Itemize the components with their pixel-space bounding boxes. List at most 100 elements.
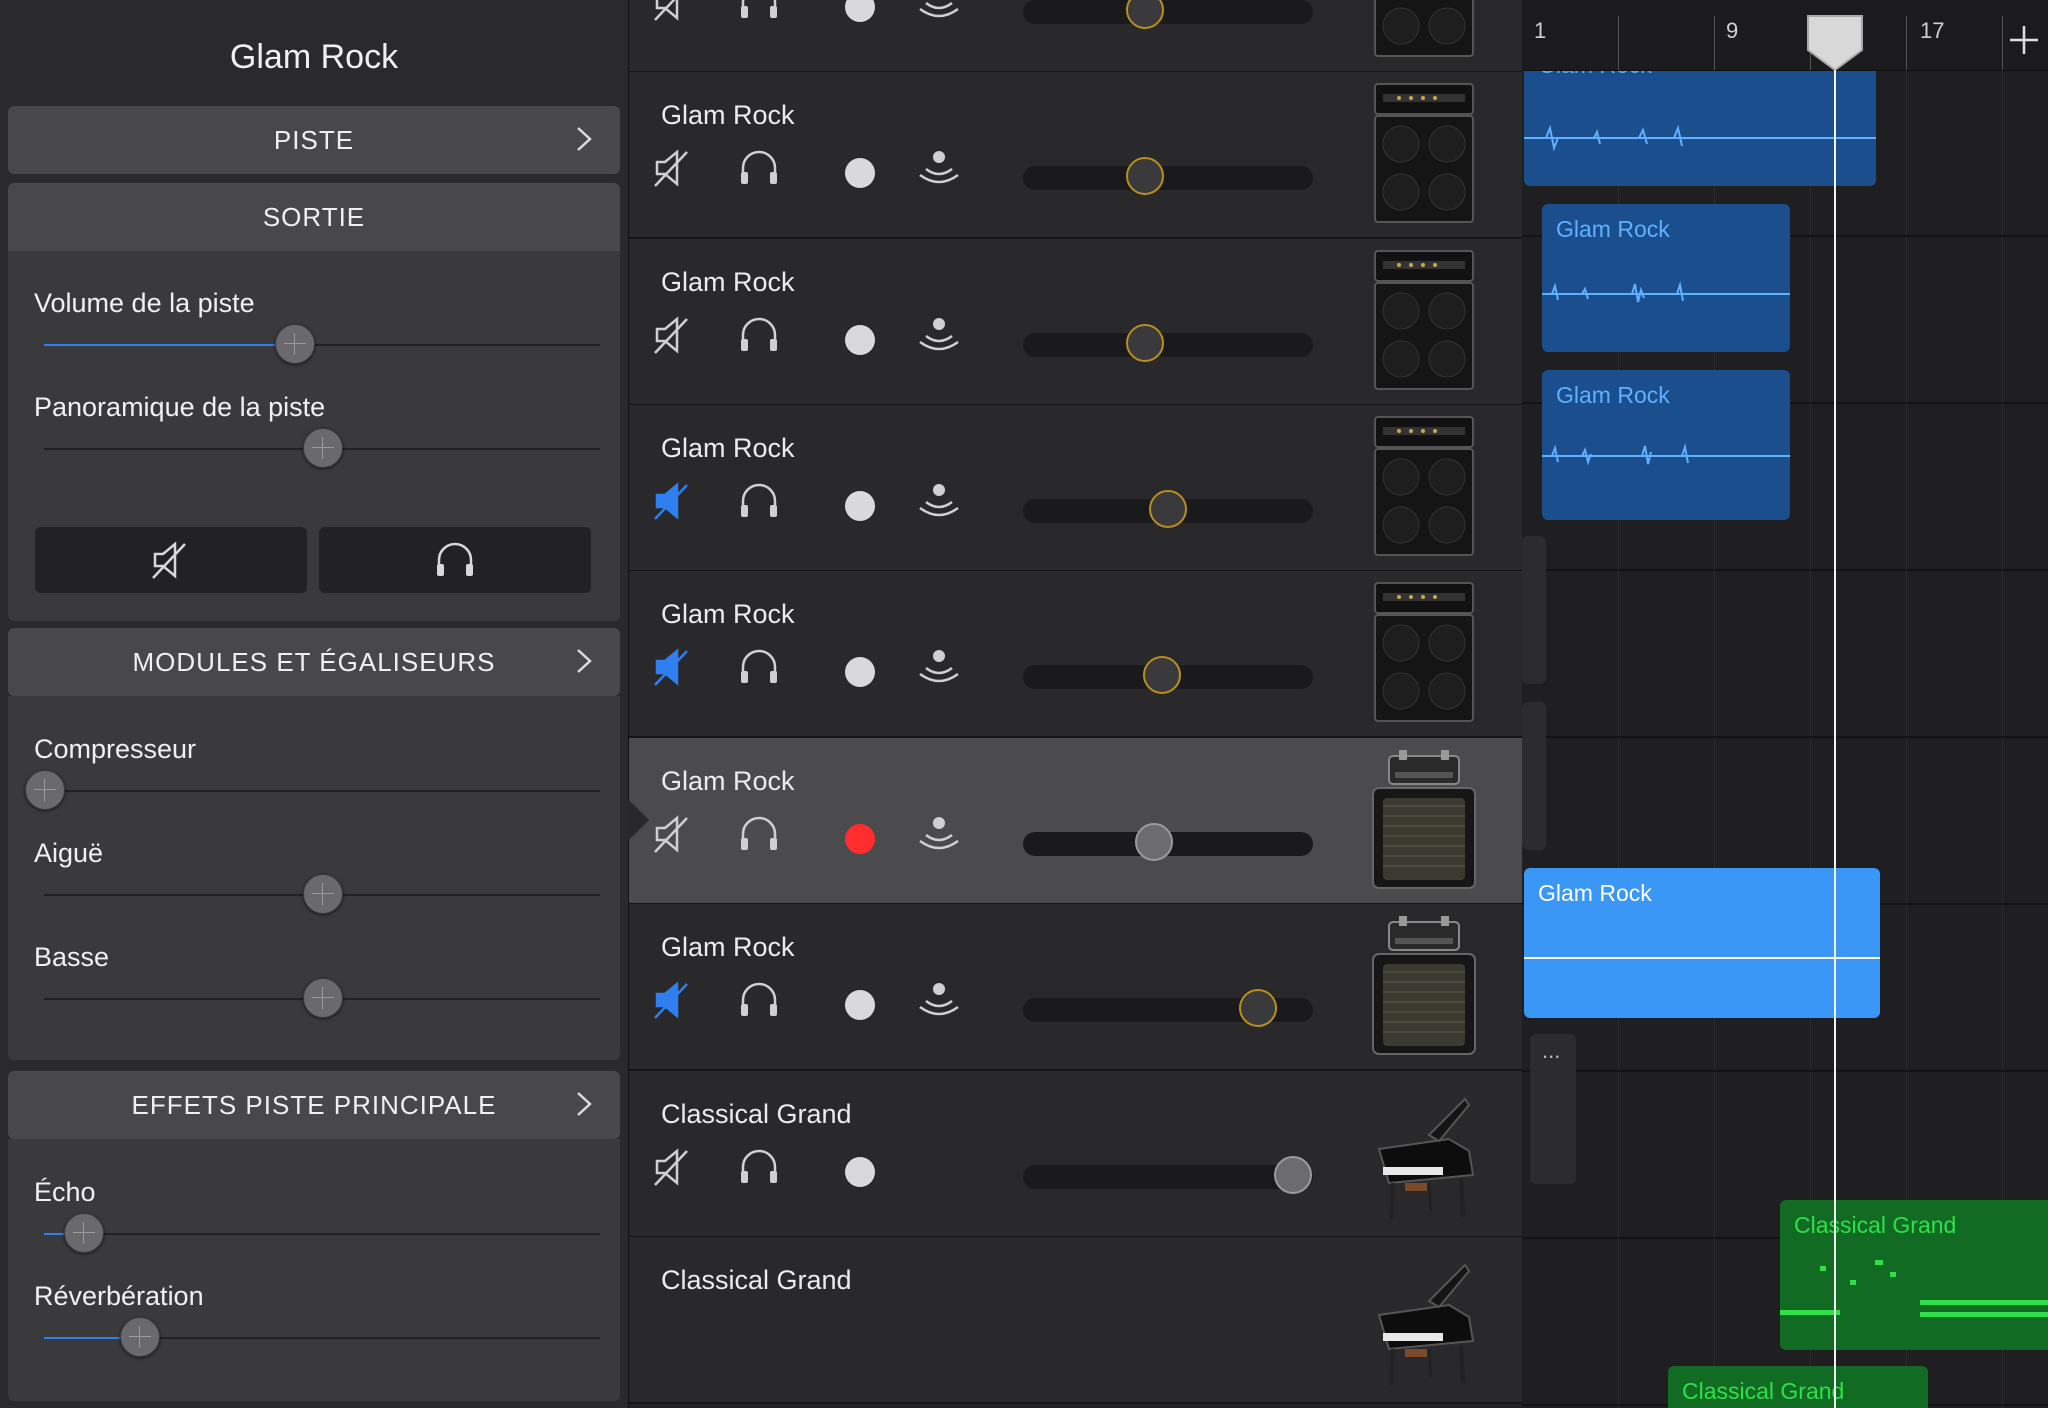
track-mute-button[interactable] — [651, 0, 695, 26]
audio-region[interactable]: Glam Rock — [1542, 204, 1790, 352]
audio-region[interactable]: Glam Rock — [1542, 370, 1790, 520]
compressor-knob[interactable] — [25, 770, 65, 810]
track-header-row[interactable]: Glam Rock — [629, 72, 1522, 239]
track-volume-knob[interactable] — [1125, 324, 1164, 362]
empty-region-stub[interactable] — [1522, 536, 1546, 684]
input-monitor-button[interactable] — [917, 812, 961, 856]
input-monitor-button[interactable] — [917, 0, 961, 24]
track-mute-button[interactable] — [651, 481, 695, 525]
echo-knob[interactable] — [63, 1213, 104, 1253]
track-name[interactable]: Classical Grand — [661, 1265, 852, 1296]
track-header-row[interactable]: Glam Rock — [629, 405, 1522, 572]
bass-slider[interactable] — [44, 978, 600, 1018]
amp-stack-icon[interactable] — [1369, 579, 1479, 727]
track-mute-button[interactable] — [651, 980, 695, 1024]
track-volume-slider[interactable] — [44, 324, 600, 364]
audio-region-selected[interactable]: Glam Rock — [1524, 868, 1880, 1018]
track-header-row[interactable]: Glam Rock — [627, 738, 1522, 905]
track-volume-slider[interactable] — [1023, 0, 1313, 29]
playhead-handle[interactable] — [1806, 14, 1866, 72]
amp-combo-icon[interactable] — [1369, 746, 1479, 894]
track-volume-knob[interactable] — [275, 324, 316, 364]
track-header-row[interactable]: Glam Rock — [629, 0, 1522, 73]
track-volume-slider[interactable] — [1023, 989, 1313, 1027]
input-monitor-button[interactable] — [917, 479, 961, 523]
track-volume-slider[interactable] — [1023, 157, 1313, 195]
reverb-slider[interactable] — [44, 1317, 600, 1357]
track-header-row[interactable]: Glam Rock — [629, 239, 1522, 406]
track-name[interactable]: Glam Rock — [661, 433, 795, 464]
track-volume-knob[interactable] — [1125, 157, 1164, 195]
timeline[interactable]: Glam Rock Glam Rock Glam Rock Glam Rock … — [1522, 0, 2048, 1408]
record-enable-button[interactable] — [845, 325, 875, 355]
record-enable-button[interactable] — [845, 1157, 875, 1187]
track-volume-knob[interactable] — [1134, 823, 1173, 861]
master-effects-section-button[interactable]: EFFETS PISTE PRINCIPALE — [8, 1071, 620, 1139]
track-name[interactable]: Glam Rock — [661, 100, 795, 131]
track-solo-button[interactable] — [737, 647, 781, 691]
track-volume-slider[interactable] — [1023, 1156, 1313, 1194]
plugins-eq-section-button[interactable]: MODULES ET ÉGALISEURS — [8, 628, 620, 696]
amp-stack-icon[interactable] — [1369, 247, 1479, 395]
track-solo-button[interactable] — [737, 148, 781, 192]
record-enable-button[interactable] — [845, 990, 875, 1020]
track-volume-knob[interactable] — [1238, 989, 1277, 1027]
inspector-solo-button[interactable] — [319, 527, 591, 593]
track-name[interactable]: Glam Rock — [661, 766, 795, 797]
amp-combo-icon[interactable] — [1369, 912, 1479, 1060]
track-name[interactable]: Glam Rock — [661, 932, 795, 963]
empty-region-stub[interactable]: ... — [1530, 1034, 1576, 1184]
track-mute-button[interactable] — [651, 647, 695, 691]
input-monitor-button[interactable] — [917, 978, 961, 1022]
track-volume-knob[interactable] — [1125, 0, 1164, 29]
amp-stack-icon[interactable] — [1369, 80, 1479, 228]
track-pan-slider[interactable] — [44, 428, 600, 468]
timeline-ruler[interactable]: 1 9 17 — [1522, 0, 2048, 72]
track-header-row[interactable]: Classical Grand — [629, 1071, 1522, 1238]
track-volume-knob[interactable] — [1149, 490, 1187, 528]
track-name[interactable]: Glam Rock — [661, 599, 795, 630]
record-enable-button[interactable] — [845, 657, 875, 687]
amp-stack-icon[interactable] — [1369, 413, 1479, 561]
track-solo-button[interactable] — [737, 0, 781, 26]
track-header-row[interactable]: Classical Grand — [629, 1237, 1522, 1404]
track-solo-button[interactable] — [737, 315, 781, 359]
track-section-button[interactable]: PISTE — [8, 106, 620, 174]
track-solo-button[interactable] — [737, 481, 781, 525]
track-mute-button[interactable] — [651, 814, 695, 858]
track-mute-button[interactable] — [651, 1147, 695, 1191]
input-monitor-button[interactable] — [917, 313, 961, 357]
input-monitor-button[interactable] — [917, 645, 961, 689]
amp-stack-icon[interactable] — [1369, 0, 1479, 62]
treble-knob[interactable] — [303, 874, 343, 914]
playhead-line[interactable] — [1834, 70, 1836, 1408]
track-pan-knob[interactable] — [303, 428, 343, 468]
bass-knob[interactable] — [303, 978, 343, 1018]
midi-region[interactable]: Classical Grand — [1668, 1366, 1928, 1408]
empty-region-stub[interactable] — [1522, 702, 1546, 850]
track-volume-knob[interactable] — [1273, 1156, 1312, 1194]
track-mute-button[interactable] — [651, 148, 695, 192]
add-section-button[interactable] — [2000, 14, 2048, 60]
record-enable-button[interactable] — [845, 491, 875, 521]
track-volume-slider[interactable] — [1023, 823, 1313, 861]
record-enable-button[interactable] — [845, 824, 875, 854]
treble-slider[interactable] — [44, 874, 600, 914]
track-volume-slider[interactable] — [1023, 324, 1313, 362]
track-volume-slider[interactable] — [1023, 656, 1313, 694]
record-enable-button[interactable] — [845, 158, 875, 188]
track-name[interactable]: Classical Grand — [661, 1099, 852, 1130]
grand-piano-icon[interactable] — [1369, 1079, 1479, 1227]
midi-region[interactable]: Classical Grand — [1780, 1200, 2048, 1350]
track-solo-button[interactable] — [737, 814, 781, 858]
record-enable-button[interactable] — [845, 0, 875, 22]
grand-piano-icon[interactable] — [1369, 1245, 1479, 1393]
track-header-row[interactable]: Glam Rock — [629, 571, 1522, 738]
track-volume-slider[interactable] — [1023, 490, 1313, 528]
track-solo-button[interactable] — [737, 1147, 781, 1191]
input-monitor-button[interactable] — [917, 146, 961, 190]
track-solo-button[interactable] — [737, 980, 781, 1024]
reverb-knob[interactable] — [119, 1317, 160, 1357]
track-mute-button[interactable] — [651, 315, 695, 359]
compressor-slider[interactable] — [25, 770, 600, 810]
